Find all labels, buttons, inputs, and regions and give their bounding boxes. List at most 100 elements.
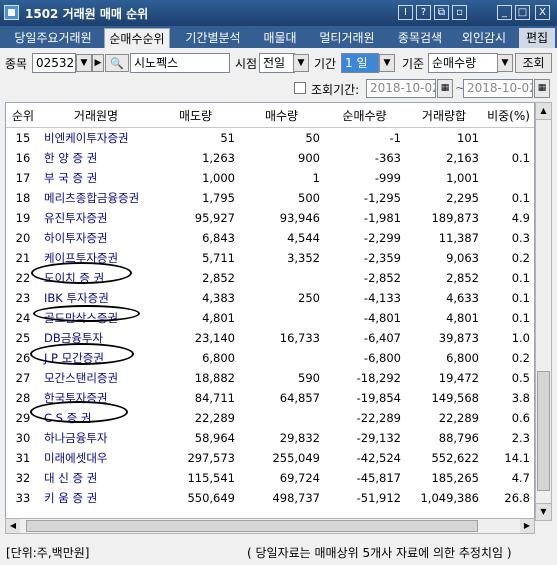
stock-code-input[interactable]: 025320 [32,53,76,73]
calendar-from-icon[interactable]: ▦ [437,79,453,98]
time-dropdown-icon[interactable]: ▼ [293,54,309,72]
table-row[interactable]: 26 J P 모간증권 6,800 -6,800 6,800 0.2 [6,348,534,368]
tab-period-analysis[interactable]: 기간별분석 [174,28,252,48]
cell-net-buy: -999 [374,171,401,185]
scroll-up-icon[interactable]: ▲ [536,103,551,120]
table-row[interactable]: 16 한 양 증 권 1,263 900 -363 2,163 0.1 [6,148,534,168]
cell-broker-name: 유진투자증권 [44,211,108,225]
table-row[interactable]: 19 유진투자증권 95,927 93,946 -1,981 189,873 4.9 [6,208,534,228]
scroll-left-icon[interactable]: ◀ [6,519,20,533]
table-row[interactable]: 32 대 신 증 권 115,541 69,724 -45,817 185,265 4.7 [6,468,534,488]
cell-sell-qty: 58,964 [194,431,235,445]
table-row[interactable]: 23 IBK 투자증권 4,383 250 -4,133 4,633 0.1 [6,288,534,308]
cell-share: 4.9 [511,211,530,225]
next-arrow-icon[interactable]: ▶ [92,54,104,72]
cell-broker-name: 하나금융투자 [44,431,108,445]
basis-label: 기준 [402,57,425,71]
basis-dropdown-icon[interactable]: ▼ [497,54,513,72]
cell-buy-qty: 4,544 [287,231,320,245]
vertical-scroll-thumb[interactable] [537,371,550,491]
cell-net-buy: -2,359 [363,251,401,265]
table-row[interactable]: 21 케이프투자증권 5,711 3,352 -2,359 9,063 0.2 [6,248,534,268]
cell-share: 0.1 [511,151,530,165]
cell-total-volume: 22,289 [438,411,479,425]
cell-buy-qty: 50 [305,131,320,145]
stock-label: 종목 [5,57,28,71]
col-header-net[interactable]: 순매수량 [324,103,405,128]
table-row[interactable]: 17 부 국 증 권 1,000 1 -999 1,001 [6,168,534,188]
cell-total-volume: 185,265 [431,471,479,485]
col-header-broker[interactable]: 거래원명 [40,103,152,128]
cell-net-buy: -51,912 [356,491,401,505]
table-row[interactable]: 15 비엔케이투자증권 51 50 -1 101 [6,128,534,149]
scroll-down-icon[interactable]: ▼ [536,503,551,520]
restore-small-icon[interactable]: ▫ [452,5,467,20]
period-select[interactable]: 1 일 [341,53,379,73]
cell-net-buy: -1 [389,131,401,145]
basis-select[interactable]: 순매수량 [428,53,498,73]
range-checkbox[interactable] [294,82,306,94]
query-button[interactable]: 조회 [515,53,552,73]
cell-sell-qty: 1,795 [202,191,235,205]
table-row[interactable]: 30 하나금융투자 58,964 29,832 -29,132 88,796 2.3 [6,428,534,448]
tab-stock-search[interactable]: 종목검색 [390,28,450,48]
horizontal-scrollbar[interactable]: ◀ ▶ [5,518,535,534]
table-row[interactable]: 31 미래에셋대우 297,573 255,049 -42,524 552,622 14.1 [6,448,534,468]
cell-rank: 17 [15,171,31,185]
table-row[interactable]: 20 하이투자증권 6,843 4,544 -2,299 11,387 0.3 [6,228,534,248]
calendar-to-icon[interactable]: ▦ [534,79,550,98]
cell-net-buy: -6,407 [363,331,401,345]
cell-broker-name: 한 양 증 권 [44,151,98,165]
cell-rank: 26 [15,351,31,365]
cell-rank: 22 [15,271,31,285]
cell-rank: 24 [15,311,31,325]
minimize-icon[interactable]: _ [497,5,512,20]
cell-broker-name: 골드만삭스증권 [44,311,119,325]
tab-supply[interactable]: 매물대 [256,28,304,48]
vertical-scrollbar[interactable]: ▲ ▼ [535,102,552,521]
time-select[interactable]: 전일 [259,53,295,73]
maximize-icon[interactable]: □ [515,5,530,20]
close-icon[interactable]: X [535,5,550,20]
period-dropdown-icon[interactable]: ▼ [379,54,395,72]
tab-daily-major-brokers[interactable]: 당일주요거래원 [4,28,102,48]
table-row[interactable]: 24 골드만삭스증권 4,801 -4,801 4,801 0.1 [6,308,534,328]
cell-net-buy: -1,295 [363,191,401,205]
col-header-buy[interactable]: 매수량 [239,103,324,128]
link-icon[interactable]: ⧉ [434,5,449,20]
cell-sell-qty: 23,140 [194,331,235,345]
col-header-share[interactable]: 비중(%) [483,103,534,128]
stock-code-dropdown[interactable]: ▼ [76,54,92,72]
cell-total-volume: 88,796 [438,431,479,445]
table-row[interactable]: 18 메리츠종합금융증권 1,795 500 -1,295 2,295 0.1 [6,188,534,208]
cell-buy-qty [239,408,324,428]
cell-net-buy: -2,299 [363,231,401,245]
date-from-input[interactable]: 2018-10-02 [366,79,436,98]
stock-name-field[interactable]: 시노펙스 [130,53,230,73]
col-header-total[interactable]: 거래량합 [405,103,483,128]
tab-foreign-watch[interactable]: 외인감시 [454,28,514,48]
tab-multi-broker[interactable]: 멀티거래원 [308,28,386,48]
scroll-right-icon[interactable]: ▶ [520,519,534,533]
cell-net-buy: -1,981 [363,211,401,225]
help-icon[interactable]: ? [416,5,431,20]
col-header-sell[interactable]: 매도량 [152,103,239,128]
cell-rank: 15 [15,131,31,145]
edit-button[interactable]: 편집 [519,28,555,48]
cell-total-volume: 1,001 [446,171,479,185]
cell-net-buy: -22,289 [356,411,401,425]
table-row[interactable]: 22 도이치 증 권 2,852 -2,852 2,852 0.1 [6,268,534,288]
table-row[interactable]: 25 DB금융투자 23,140 16,733 -6,407 39,873 1.0 [6,328,534,348]
horizontal-scroll-thumb[interactable] [26,520,478,532]
col-header-rank[interactable]: 순위 [6,103,40,128]
info-icon[interactable]: I [398,5,413,20]
date-to-input[interactable]: 2018-10-02 [463,79,533,98]
table-row[interactable]: 28 한국투자증권 84,711 64,857 -19,854 149,568 3.8 [6,388,534,408]
cell-broker-name: 한국투자증권 [44,391,108,405]
tab-net-buy-rank[interactable]: 순매수순위 [104,28,170,48]
table-row[interactable]: 33 키 움 증 권 550,649 498,737 -51,912 1,049,386 2… [6,488,534,508]
table-row[interactable]: 29 C S 증 권 22,289 -22,289 22,289 0.6 [6,408,534,428]
search-icon[interactable]: 🔍 [105,54,129,72]
table-row[interactable]: 27 모간스탠리증권 18,882 590 -18,292 19,472 0.5 [6,368,534,388]
cell-broker-name: 하이투자증권 [44,231,108,245]
